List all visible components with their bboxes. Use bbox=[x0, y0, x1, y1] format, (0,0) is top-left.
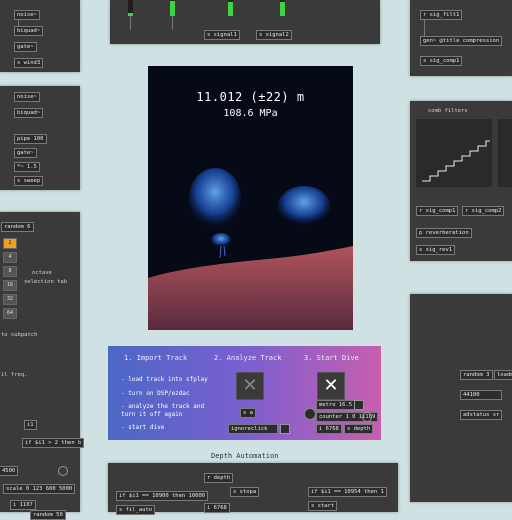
comb-graph-2[interactable] bbox=[498, 119, 512, 187]
noise-object-2[interactable]: noise~ bbox=[14, 92, 40, 102]
start-dive-button[interactable]: ✕ bbox=[317, 372, 345, 400]
octave-tab-16[interactable]: 16 bbox=[3, 280, 17, 291]
send-sig-comp1-object[interactable]: s sig_comp1 bbox=[420, 56, 463, 66]
counter-indicator bbox=[362, 412, 372, 422]
gen-compression-object[interactable]: gen~ @title compression bbox=[420, 36, 503, 46]
left-mid-patch-panel: noise~ biquad~ pipe 100 gate~ *~ 1.5 s s… bbox=[0, 86, 80, 190]
level-meter-4 bbox=[280, 0, 285, 16]
right-top-patch-panel: r sig_filt1 gen~ @title compression s si… bbox=[410, 0, 512, 76]
ignoreclick-message[interactable]: ignoreclick bbox=[228, 424, 278, 434]
comb-filters-panel: comb filters r sig_comp1 r sig_comp2 p r… bbox=[410, 101, 512, 261]
pipe-object[interactable]: pipe 100 bbox=[14, 134, 47, 144]
send-sweep-object[interactable]: s sweep bbox=[14, 176, 44, 186]
jellyfish-small bbox=[211, 233, 231, 247]
scale-object[interactable]: scale 0 123 600 5000 bbox=[3, 484, 76, 494]
right-bottom-patch-panel: random 3 loadm 44100 adstatus sr bbox=[410, 294, 512, 502]
adstatus-object[interactable]: adstatus sr bbox=[460, 410, 503, 420]
samplerate-number[interactable]: 44100 bbox=[460, 390, 502, 400]
gate-object-2[interactable]: gate~ bbox=[14, 148, 37, 158]
left-bottom-patch-panel: random 6 2 4 8 16 32 64 octave selection… bbox=[0, 212, 85, 520]
ignoreclick-toggle[interactable] bbox=[280, 424, 290, 434]
comb-graph[interactable] bbox=[416, 119, 492, 187]
instruction-4: turn it off again bbox=[121, 411, 183, 418]
metro-object[interactable]: metro 16.5 bbox=[316, 400, 356, 410]
selection-tab-comment: selection tab bbox=[24, 279, 68, 285]
jellyfish-large bbox=[189, 168, 241, 228]
close-icon: ✕ bbox=[242, 375, 258, 396]
close-icon: ✕ bbox=[323, 375, 339, 396]
level-meter-1 bbox=[128, 0, 133, 16]
int-6768-number[interactable]: i 6768 bbox=[316, 424, 342, 434]
noise-object[interactable]: noise~ bbox=[14, 10, 40, 20]
analyze-button[interactable]: ✕ bbox=[236, 372, 264, 400]
send-stopa-object[interactable]: s stopa bbox=[230, 487, 260, 497]
biquad-object[interactable]: biquad~ bbox=[14, 26, 44, 36]
number-4500[interactable]: 4500 bbox=[0, 466, 19, 476]
jellyfish-right bbox=[278, 186, 330, 226]
random-3-object[interactable]: random 3 bbox=[460, 370, 493, 380]
octave-tab-64[interactable]: 64 bbox=[3, 308, 17, 319]
staircase-graph bbox=[422, 140, 490, 182]
instruction-3: - analyze the track and bbox=[121, 403, 205, 410]
to-subpatch-comment: to subpatch bbox=[1, 332, 38, 338]
depth-automation-panel: r depth s stopa if $i1 == 10900 then 100… bbox=[108, 463, 398, 515]
instruction-5: - start dive bbox=[121, 424, 165, 431]
loadmess-object[interactable]: loadm bbox=[494, 370, 512, 380]
octave-tab-4[interactable]: 4 bbox=[3, 252, 17, 263]
octave-tab-2[interactable]: 2 bbox=[3, 238, 17, 249]
send-fil-auto-object[interactable]: s fil_auto bbox=[116, 505, 156, 515]
instruction-1: - load track into sfplay bbox=[121, 376, 208, 383]
int-i1-object[interactable]: i1 bbox=[24, 420, 37, 430]
depth-readout: 11.012 (±22) m bbox=[196, 90, 305, 104]
biquad-object-2[interactable]: biquad~ bbox=[14, 108, 44, 118]
comb-filters-title: comb filters bbox=[428, 108, 468, 114]
seabed bbox=[148, 246, 353, 330]
octave-tab-8[interactable]: 8 bbox=[3, 266, 17, 277]
receive-sig-comp1-object[interactable]: r sig_comp1 bbox=[416, 206, 459, 216]
depth-automation-title: Depth Automation bbox=[211, 452, 279, 460]
send-signal1-object[interactable]: s signal1 bbox=[204, 30, 240, 40]
bang-button[interactable] bbox=[304, 408, 316, 420]
step-start-dive: 3. Start Dive bbox=[304, 354, 359, 362]
if-10900-object[interactable]: if $i1 == 10900 then 10000 bbox=[116, 491, 209, 501]
multiply-object[interactable]: *~ 1.5 bbox=[14, 162, 40, 172]
receive-sig-comp2-object[interactable]: r sig_comp2 bbox=[462, 206, 505, 216]
receive-depth-object[interactable]: r depth bbox=[204, 473, 234, 483]
octave-tab-32[interactable]: 32 bbox=[3, 294, 17, 305]
random-6-object[interactable]: random 6 bbox=[1, 222, 34, 232]
freq-comment: il freq. bbox=[1, 372, 28, 378]
instruction-2: - turn on DSP/ezdac bbox=[121, 390, 190, 397]
send-start-object[interactable]: s start bbox=[308, 501, 338, 511]
toggle-circle[interactable] bbox=[58, 466, 68, 476]
jellyfish-scene bbox=[148, 168, 353, 330]
jellyfish-video-display: 11.012 (±22) m 108.6 MPa bbox=[148, 66, 353, 330]
send-signal2-object[interactable]: s signal2 bbox=[256, 30, 292, 40]
gate-object[interactable]: gate~ bbox=[14, 42, 37, 52]
level-meter-2 bbox=[170, 0, 175, 16]
send-a-object[interactable]: s a bbox=[240, 408, 256, 418]
reverberation-subpatch[interactable]: p reverberation bbox=[416, 228, 472, 238]
metro-toggle[interactable] bbox=[354, 400, 364, 410]
top-patch-panel: s signal1 s signal2 bbox=[110, 0, 380, 44]
int-1107-object[interactable]: i 1107 bbox=[10, 500, 36, 510]
pressure-readout: 108.6 MPa bbox=[223, 108, 278, 119]
instructions-panel: 1. Import Track 2. Analyze Track 3. Star… bbox=[108, 346, 381, 440]
step-import-track: 1. Import Track bbox=[124, 354, 188, 362]
level-meter-3 bbox=[228, 0, 233, 16]
left-top-patch-panel: noise~ biquad~ gate~ s wind3 bbox=[0, 0, 80, 72]
send-sig-rev1-object[interactable]: s sig_rev1 bbox=[416, 245, 456, 255]
if-10954-object[interactable]: if $i1 == 10954 then 1 bbox=[308, 487, 387, 497]
send-wind-object[interactable]: s wind3 bbox=[14, 58, 44, 68]
if-object[interactable]: if $i1 > 2 then b bbox=[22, 438, 85, 448]
step-analyze-track: 2. Analyze Track bbox=[214, 354, 282, 362]
receive-sig-filt1-object[interactable]: r sig_filt1 bbox=[420, 10, 463, 20]
octave-comment: octave bbox=[32, 270, 52, 276]
send-depth-object[interactable]: s depth bbox=[344, 424, 374, 434]
